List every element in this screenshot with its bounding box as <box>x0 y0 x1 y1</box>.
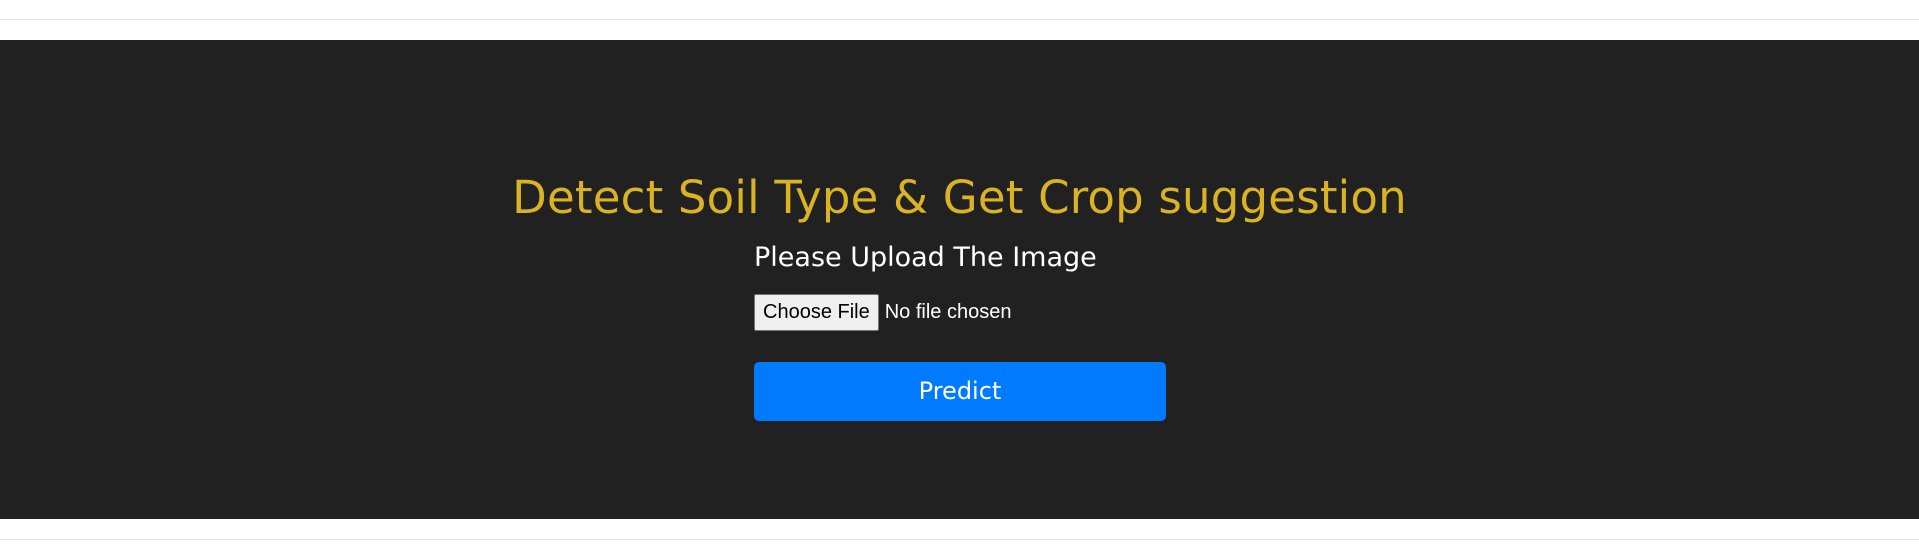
predict-button[interactable]: Predict <box>754 362 1166 421</box>
upload-label: Please Upload The Image <box>754 242 1097 273</box>
hero-section: Detect Soil Type & Get Crop suggestion P… <box>0 40 1919 519</box>
file-status-text: No file chosen <box>884 301 1012 323</box>
file-input[interactable]: Choose File No file chosen <box>754 294 1166 331</box>
choose-file-button[interactable]: Choose File <box>754 294 879 331</box>
top-divider <box>0 19 1919 20</box>
page-title: Detect Soil Type & Get Crop suggestion <box>512 171 1407 224</box>
upload-form: Please Upload The Image Choose File No f… <box>754 239 1166 421</box>
bottom-divider <box>0 539 1919 540</box>
